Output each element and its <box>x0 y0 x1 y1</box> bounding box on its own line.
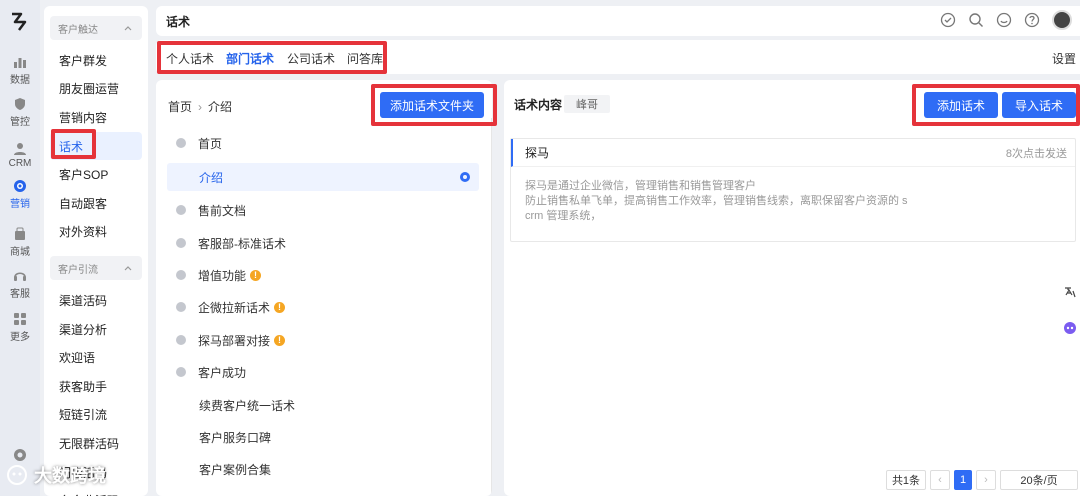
robot-icon <box>1064 322 1076 334</box>
next-page-button[interactable]: › <box>976 470 996 490</box>
scrollbar[interactable] <box>491 118 492 496</box>
tab-department[interactable]: 部门话术 <box>226 50 274 67</box>
tree-bullet <box>176 270 186 280</box>
menu-item-shortlink[interactable]: 短链引流 <box>44 401 148 430</box>
gear-icon[interactable] <box>12 447 28 463</box>
tree-bullet <box>176 335 186 345</box>
breadcrumb-home[interactable]: 首页 <box>168 98 192 115</box>
target-icon <box>14 179 26 192</box>
menu-item-external-docs[interactable]: 对外资料 <box>44 218 148 247</box>
shop-icon <box>15 227 25 240</box>
assistant-float-icon[interactable] <box>1060 315 1080 341</box>
tree-item-cases[interactable]: 客户案例合集 <box>156 455 492 483</box>
top-bar: 话术 <box>156 6 1080 36</box>
tree-item-addons[interactable]: 增值功能! <box>156 261 492 289</box>
headset-icon <box>14 271 26 281</box>
menu-item-moments[interactable]: 朋友圈运营 <box>44 75 148 104</box>
script-card[interactable]: 探马 8次点击发送 探马是通过企业微信，管理销售和销售管理客户 防止销售私单飞单… <box>510 138 1076 242</box>
page-title: 话术 <box>166 14 191 29</box>
tree-bullet <box>176 302 186 312</box>
prev-page-button[interactable]: ‹ <box>930 470 950 490</box>
tab-company[interactable]: 公司话术 <box>287 50 335 67</box>
translate-icon <box>1065 287 1076 298</box>
tab-personal[interactable]: 个人话术 <box>166 50 214 67</box>
breadcrumb-current: 介绍 <box>208 100 233 114</box>
avatar[interactable] <box>1052 10 1072 30</box>
warning-icon: ! <box>274 301 286 313</box>
tree-item-intro[interactable]: 介绍 <box>167 163 479 191</box>
breadcrumb: 首页 › 介绍 <box>168 98 232 115</box>
owner-tag: 峰哥 <box>564 95 610 113</box>
pagination: 共1条 ‹ 1 › 20条/页 <box>886 470 1078 490</box>
rail-item-more[interactable]: 更多 <box>0 309 40 345</box>
add-folder-button[interactable]: 添加话术文件夹 <box>380 92 484 118</box>
watermark-logo: 大数跨境 <box>6 462 106 488</box>
help-icon[interactable] <box>1024 12 1040 28</box>
tree-item-deploy[interactable]: 探马部署对接! <box>156 326 492 354</box>
import-script-button[interactable]: 导入话术 <box>1002 92 1076 118</box>
send-count: 8次点击发送 <box>1005 147 1067 160</box>
grid-icon <box>14 312 26 325</box>
tab-qa[interactable]: 问答库 <box>347 50 383 67</box>
menu-item-acquisition[interactable]: 获客助手 <box>44 372 148 401</box>
chart-icon <box>14 57 26 68</box>
tree-item-success[interactable]: 客户成功 <box>156 358 492 386</box>
shield-icon <box>15 97 25 110</box>
tree-bullet <box>176 238 186 248</box>
watermark-icon <box>7 465 27 485</box>
script-body: 探马是通过企业微信，管理销售和销售管理客户 防止销售私单飞单，提高销售工作效率，… <box>525 180 908 222</box>
rail-item-shop[interactable]: 商城 <box>0 224 40 260</box>
chevron-right-icon: › <box>198 99 203 114</box>
tree-bullet <box>176 205 186 215</box>
rail-item-control[interactable]: 管控 <box>0 94 40 130</box>
warning-icon: ! <box>250 269 262 281</box>
chevron-up-icon <box>124 26 132 31</box>
menu-item-group-code[interactable]: 无限群活码 <box>44 429 148 458</box>
menu-item-group-send[interactable]: 客户群发 <box>44 46 148 75</box>
translate-float-icon[interactable] <box>1060 279 1080 305</box>
menu-item-marketing-content[interactable]: 营销内容 <box>44 103 148 132</box>
person-icon <box>14 142 26 155</box>
chevron-up-icon <box>124 266 132 271</box>
rail-item-crm[interactable]: CRM <box>0 137 40 173</box>
left-icon-rail: 数据 管控 CRM 营销 商城 客服 更多 <box>0 0 40 496</box>
add-script-button[interactable]: 添加话术 <box>924 92 998 118</box>
content-panel: 话术内容 峰哥 添加话术 导入话术 探马 8次点击发送 探马是通过企业微信，管理… <box>504 80 1080 496</box>
tree-item-wecom-scripts[interactable]: 企微拉新话术! <box>156 293 492 321</box>
folder-panel: 首页 › 介绍 添加话术文件夹 首页 介绍 售前文档 客服部-标准话术 增值功能… <box>156 80 492 496</box>
menu-item-scripts[interactable]: 话术 <box>50 131 142 161</box>
menu-item-sop[interactable]: 客户SOP <box>44 160 148 189</box>
tree-bullet <box>176 138 186 148</box>
rail-item-service[interactable]: 客服 <box>0 266 40 302</box>
tree-bullet <box>176 367 186 377</box>
tree-item-reputation[interactable]: 客户服务口碑 <box>156 423 492 451</box>
content-title: 话术内容 <box>514 98 563 112</box>
logo-icon <box>12 12 27 31</box>
message-icon[interactable] <box>996 12 1012 28</box>
tree-item-renewal[interactable]: 续费客户统一话术 <box>156 391 492 419</box>
menu-item-welcome[interactable]: 欢迎语 <box>44 343 148 372</box>
rail-item-data[interactable]: 数据 <box>0 52 40 88</box>
page-1-button[interactable]: 1 <box>954 470 972 490</box>
tree-item-home[interactable]: 首页 <box>156 129 492 157</box>
search-icon[interactable] <box>968 12 984 28</box>
check-circle-icon[interactable] <box>940 12 956 28</box>
tab-underline <box>224 70 272 72</box>
rail-item-marketing[interactable]: 营销 <box>0 176 40 212</box>
menu-group-reach[interactable]: 客户触达 <box>50 16 142 40</box>
menu-item-channel-analysis[interactable]: 渠道分析 <box>44 315 148 344</box>
tree-item-service-scripts[interactable]: 客服部-标准话术 <box>156 229 492 257</box>
tabs-bar: 个人话术 部门话术 公司话术 问答库 设置 <box>156 40 1080 74</box>
menu-item-channel-code[interactable]: 渠道活码 <box>44 286 148 315</box>
page-size-select[interactable]: 20条/页 <box>1000 470 1078 490</box>
menu-item-auto-follow[interactable]: 自动跟客 <box>44 189 148 218</box>
tree-item-presales[interactable]: 售前文档 <box>156 196 492 224</box>
settings-link[interactable]: 设置 <box>1052 50 1076 67</box>
total-count: 共1条 <box>886 470 926 490</box>
menu-group-traffic[interactable]: 客户引流 <box>50 256 142 281</box>
script-name: 探马 <box>525 146 550 160</box>
warning-icon: ! <box>274 334 286 346</box>
secondary-menu: 客户触达 客户群发 朋友圈运营 营销内容 话术 客户SOP 自动跟客 对外资料 … <box>44 6 148 496</box>
gear-icon[interactable] <box>459 171 471 183</box>
